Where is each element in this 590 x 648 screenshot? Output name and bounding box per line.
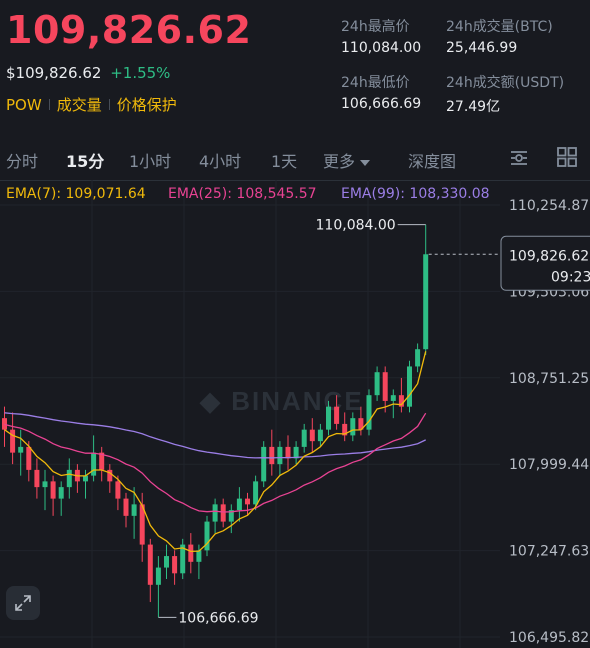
- candle-body: [350, 418, 356, 436]
- candle-body: [115, 481, 121, 499]
- candle-body: [382, 372, 388, 401]
- candlestick-chart[interactable]: ◆ BINANCE110,254.87109,503.06108,751.251…: [0, 180, 590, 648]
- stat-value: 27.49亿: [446, 99, 501, 115]
- candle-body: [261, 446, 267, 482]
- ema25-legend: EMA(25): 108,545.57: [168, 186, 317, 202]
- candle-body: [220, 504, 226, 522]
- interval-tabs: 分时 15分 1小时 4小时 1天 更多 深度图: [0, 146, 590, 172]
- tab-4h[interactable]: 4小时: [199, 148, 241, 172]
- candle-body: [301, 429, 307, 447]
- stat-24h-volume-usdt: 24h成交额(USDT) 27.49亿: [446, 72, 564, 116]
- stat-label: 24h最高价: [341, 19, 410, 35]
- candle-body: [131, 504, 137, 516]
- candle-body: [26, 446, 32, 470]
- stat-24h-low: 24h最低价 106,666.69: [341, 72, 421, 112]
- indicator-settings-icon[interactable]: [508, 146, 530, 168]
- candle-body: [123, 498, 129, 516]
- stat-label: 24h成交额(USDT): [446, 75, 565, 91]
- stat-label: 24h最低价: [341, 75, 410, 91]
- candle-body: [172, 556, 178, 574]
- candle-body: [188, 544, 194, 562]
- candle-body: [66, 469, 72, 488]
- change-percent: +1.55%: [110, 64, 171, 82]
- candle-body: [390, 395, 396, 401]
- candle-body: [415, 349, 421, 367]
- tag-row: POW 成交量 价格保护: [6, 94, 177, 115]
- y-axis-label: 108,751.25: [509, 371, 589, 387]
- tag-divider: [108, 99, 110, 110]
- tag-divider: [48, 99, 50, 110]
- stat-24h-high: 24h最高价 110,084.00: [341, 16, 421, 56]
- high-marker-label: 110,084.00: [316, 218, 396, 234]
- candle-body: [326, 406, 331, 430]
- candle-body: [83, 475, 88, 482]
- expand-icon: [15, 595, 31, 611]
- candle-body: [91, 452, 97, 476]
- candle-body: [269, 446, 275, 465]
- candle-body: [155, 567, 161, 585]
- stat-label: 24h成交量(BTC): [446, 19, 553, 35]
- stat-value: 110,084.00: [341, 40, 422, 56]
- candle-body: [253, 481, 259, 505]
- candle-body: [58, 487, 64, 499]
- candle-body: [317, 429, 323, 442]
- candle-body: [34, 469, 40, 488]
- layout-grid-icon[interactable]: [556, 146, 578, 168]
- candle-body: [236, 498, 242, 511]
- expand-chart-button[interactable]: [6, 586, 40, 620]
- y-axis-label: 107,247.63: [509, 544, 589, 560]
- candle-body: [334, 406, 340, 424]
- low-marker-label: 106,666.69: [178, 610, 258, 626]
- candle-body: [50, 481, 56, 499]
- tab-depth-chart[interactable]: 深度图: [408, 148, 456, 172]
- candle-body: [277, 446, 283, 465]
- candle-body: [212, 504, 218, 522]
- candle-body: [366, 395, 372, 430]
- ema99-legend: EMA(99): 108,330.08: [341, 186, 490, 202]
- y-axis-label: 107,999.44: [509, 457, 589, 473]
- tab-15m[interactable]: 15分: [66, 148, 104, 172]
- candle-body: [245, 498, 250, 505]
- countdown-label: 09:23: [551, 269, 590, 285]
- candle-body: [374, 372, 380, 396]
- tab-time-sharing[interactable]: 分时: [6, 148, 38, 172]
- candle-body: [42, 481, 48, 488]
- tag-volume[interactable]: 成交量: [57, 94, 102, 115]
- candle-body: [423, 254, 429, 350]
- usd-price-row: $109,826.62 +1.55%: [6, 64, 170, 82]
- candle-body: [196, 550, 202, 562]
- candle-body: [309, 429, 315, 442]
- ema7-legend: EMA(7): 109,071.64: [6, 186, 146, 202]
- y-axis-label: 106,495.82: [509, 630, 589, 646]
- tab-1d[interactable]: 1天: [271, 148, 297, 172]
- current-price-label: 109,826.62: [509, 248, 589, 264]
- tag-price-protection[interactable]: 价格保护: [117, 94, 177, 115]
- candle-body: [2, 418, 7, 430]
- candle-body: [10, 429, 16, 453]
- stat-value: 25,446.99: [446, 40, 518, 56]
- usd-price: $109,826.62: [6, 64, 102, 82]
- tab-more[interactable]: 更多: [323, 148, 370, 172]
- candle-body: [147, 544, 153, 585]
- stat-24h-volume-btc: 24h成交量(BTC) 25,446.99: [446, 16, 553, 56]
- tag-pow[interactable]: POW: [6, 96, 42, 114]
- last-price: 109,826.62: [6, 8, 252, 52]
- stat-value: 106,666.69: [341, 96, 422, 112]
- y-axis-label: 110,254.87: [509, 198, 589, 214]
- candle-body: [407, 366, 412, 407]
- candle-body: [285, 446, 291, 459]
- candle-body: [18, 446, 24, 453]
- candle-body: [164, 556, 169, 568]
- tab-1h[interactable]: 1小时: [129, 148, 171, 172]
